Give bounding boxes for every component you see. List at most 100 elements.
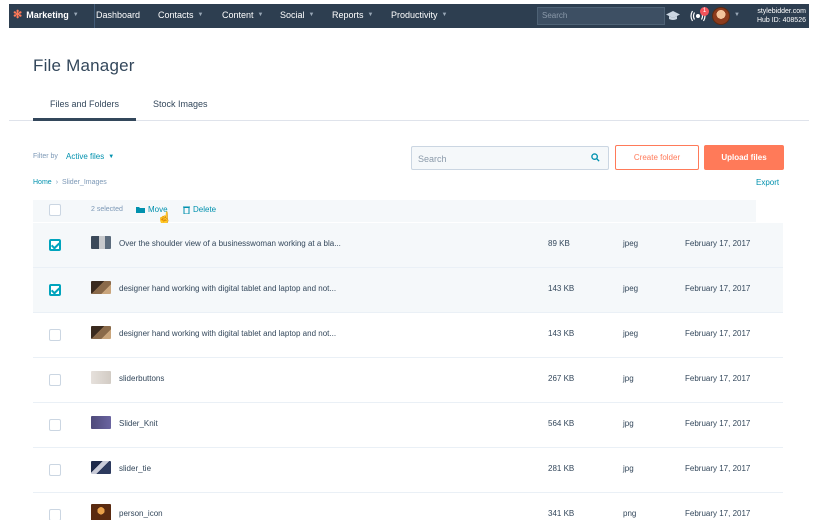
folder-icon [136, 207, 145, 213]
chevron-down-icon: ▼ [108, 153, 115, 160]
nav-item-label: Contacts [158, 10, 194, 20]
file-thumbnail [91, 416, 111, 429]
file-search-input[interactable] [418, 152, 588, 165]
file-name[interactable]: designer hand working with digital table… [119, 284, 336, 293]
nav-item-dashboard[interactable]: Dashboard [96, 10, 140, 20]
nav-item-label: Dashboard [96, 10, 141, 20]
nav-item-label: Content [222, 10, 254, 20]
filter-value: Active files [66, 152, 105, 161]
tab-stock-images[interactable]: Stock Images [153, 99, 208, 109]
file-type: png [623, 509, 637, 518]
file-name[interactable]: Slider_Knit [119, 419, 158, 428]
file-date: February 17, 2017 [685, 239, 751, 248]
nav-item-contacts[interactable]: Contacts ▼ [158, 10, 203, 20]
breadcrumb-current: Slider_Images [62, 179, 107, 186]
chevron-down-icon: ▼ [197, 12, 204, 18]
upload-files-button[interactable]: Upload files [704, 145, 784, 170]
hub-id: Hub ID: 408526 [756, 17, 806, 24]
file-type: jpg [623, 464, 634, 473]
table-row[interactable]: Over the shoulder view of a businesswoma… [33, 223, 783, 268]
file-size: 143 KB [548, 329, 575, 338]
academy-cap-icon[interactable] [665, 10, 681, 22]
chevron-down-icon: ▼ [308, 12, 315, 18]
table-row[interactable]: slider_tie 281 KB jpg February 17, 2017 [33, 448, 783, 493]
file-size: 341 KB [548, 509, 575, 518]
row-checkbox[interactable] [49, 509, 61, 520]
chevron-down-icon: ▼ [367, 12, 374, 18]
nav-item-reports[interactable]: Reports ▼ [332, 10, 373, 20]
row-checkbox[interactable] [49, 374, 61, 386]
breadcrumb-separator: › [55, 179, 59, 186]
nav-item-productivity[interactable]: Productivity ▼ [391, 10, 447, 20]
breadcrumb: Home › Slider_Images [33, 179, 107, 186]
table-row[interactable]: sliderbuttons 267 KB jpg February 17, 20… [33, 358, 783, 403]
brand-label: Marketing [26, 10, 69, 20]
row-checkbox[interactable] [49, 284, 61, 296]
file-date: February 17, 2017 [685, 509, 751, 518]
file-thumbnail [91, 281, 111, 294]
file-name[interactable]: slider_tie [119, 464, 151, 473]
active-tab-indicator [33, 118, 136, 121]
hubspot-sprocket-icon: ✻ [13, 8, 23, 21]
file-thumbnail [91, 504, 111, 520]
row-checkbox[interactable] [49, 464, 61, 476]
trash-icon [183, 206, 190, 214]
file-date: February 17, 2017 [685, 464, 751, 473]
file-type: jpeg [623, 239, 639, 248]
chevron-down-icon: ▼ [441, 12, 448, 18]
account-info[interactable]: stylebidder.com Hub ID: 408526 [748, 7, 806, 25]
file-type: jpg [623, 374, 634, 383]
file-size: 267 KB [548, 374, 575, 383]
file-search-field[interactable] [411, 146, 609, 170]
file-thumbnail [91, 461, 111, 474]
delete-label: Delete [193, 205, 217, 214]
row-checkbox[interactable] [49, 329, 61, 341]
table-row[interactable]: Slider_Knit 564 KB jpg February 17, 2017 [33, 403, 783, 448]
file-size: 143 KB [548, 284, 575, 293]
file-type: jpeg [623, 329, 639, 338]
file-type: jpg [623, 419, 634, 428]
table-row[interactable]: person_icon 341 KB png February 17, 2017 [33, 493, 783, 520]
file-size: 89 KB [548, 239, 570, 248]
avatar[interactable] [712, 7, 730, 25]
file-name[interactable]: designer hand working with digital table… [119, 329, 336, 338]
notification-badge: 1 [700, 7, 709, 16]
brand-menu[interactable]: ✻ Marketing ▼ [13, 8, 79, 21]
file-size: 281 KB [548, 464, 575, 473]
global-search-placeholder: Search [542, 11, 568, 20]
account-domain: stylebidder.com [757, 8, 806, 15]
table-row[interactable]: designer hand working with digital table… [33, 313, 783, 358]
nav-item-content[interactable]: Content ▼ [222, 10, 263, 20]
tab-files-and-folders[interactable]: Files and Folders [50, 99, 119, 109]
filter-dropdown[interactable]: Active files ▼ [66, 152, 114, 161]
file-thumbnail [91, 236, 111, 249]
filter-label: Filter by [33, 153, 58, 160]
file-date: February 17, 2017 [685, 329, 751, 338]
row-checkbox[interactable] [49, 239, 61, 251]
chevron-down-icon: ▼ [72, 12, 79, 18]
nav-item-label: Reports [332, 10, 364, 20]
export-link[interactable]: Export [756, 178, 779, 187]
chevron-down-icon: ▼ [257, 12, 264, 18]
select-all-checkbox[interactable] [49, 204, 61, 216]
file-name[interactable]: Over the shoulder view of a businesswoma… [119, 239, 341, 248]
nav-item-social[interactable]: Social ▼ [280, 10, 314, 20]
file-type: jpeg [623, 284, 639, 293]
file-thumbnail [91, 326, 111, 339]
top-navigation-bar: ✻ Marketing ▼ Dashboard Contacts ▼ Conte… [9, 4, 809, 28]
file-name[interactable]: person_icon [119, 509, 163, 518]
global-search-input[interactable]: Search [537, 7, 665, 25]
file-size: 564 KB [548, 419, 575, 428]
delete-button[interactable]: Delete [183, 205, 216, 214]
chevron-down-icon[interactable]: ▼ [734, 12, 740, 18]
file-name[interactable]: sliderbuttons [119, 374, 164, 383]
file-date: February 17, 2017 [685, 374, 751, 383]
search-icon[interactable] [591, 153, 600, 162]
bulk-actions-bar: 2 selected Move Delete [33, 200, 756, 222]
breadcrumb-home[interactable]: Home [33, 179, 52, 186]
nav-divider [94, 4, 95, 28]
row-checkbox[interactable] [49, 419, 61, 431]
create-folder-button[interactable]: Create folder [615, 145, 699, 170]
nav-item-label: Productivity [391, 10, 438, 20]
table-row[interactable]: designer hand working with digital table… [33, 268, 783, 313]
